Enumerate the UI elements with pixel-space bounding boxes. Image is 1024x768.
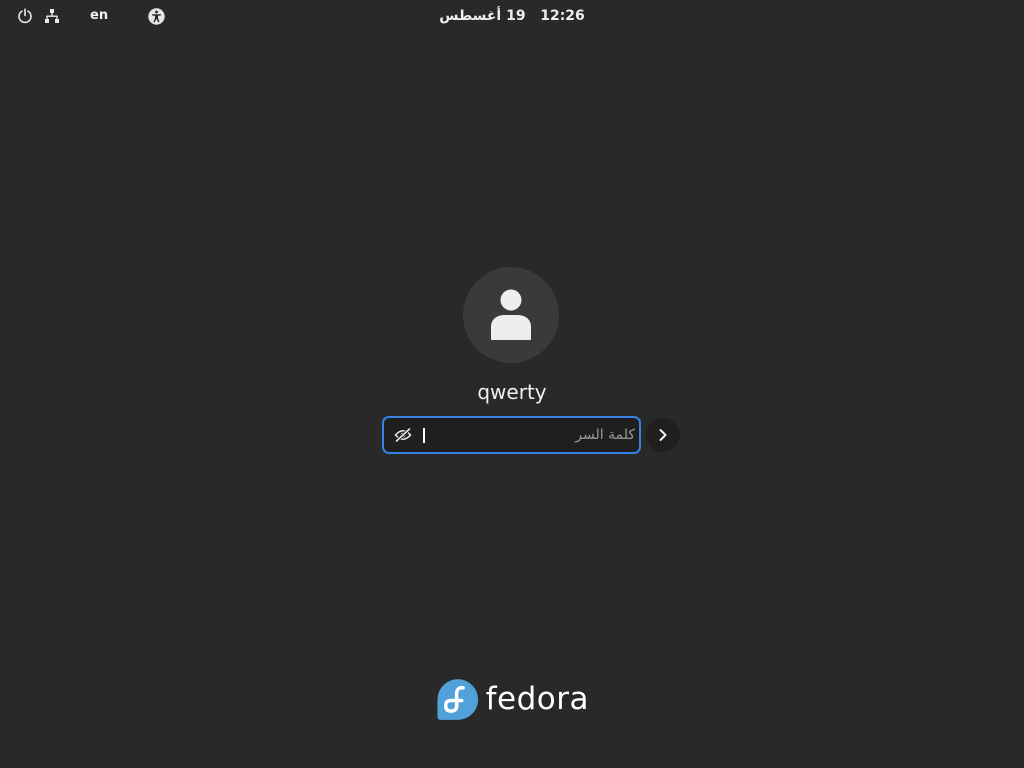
fedora-logo-text: fedora (485, 681, 589, 717)
eye-hidden-icon[interactable] (394, 427, 412, 443)
password-input[interactable] (430, 418, 635, 452)
fedora-logo: fedora (437, 677, 589, 721)
top-bar: en 19 أغسطس 12:26 (0, 0, 1024, 32)
accessibility-icon[interactable] (147, 7, 165, 25)
password-field[interactable] (382, 416, 641, 454)
user-avatar-icon (491, 289, 531, 340)
clock[interactable]: 19 أغسطس 12:26 (412, 6, 612, 26)
username-label: qwerty (477, 380, 547, 404)
fedora-logo-icon (437, 678, 479, 720)
network-wired-icon[interactable] (43, 7, 61, 25)
login-screen: en 19 أغسطس 12:26 qwerty fedora (0, 0, 1024, 768)
submit-button[interactable] (646, 418, 680, 452)
power-icon[interactable] (16, 7, 34, 25)
user-avatar (463, 267, 559, 363)
clock-time: 12:26 (540, 8, 585, 24)
keyboard-layout-indicator[interactable]: en (90, 7, 108, 25)
text-caret (423, 428, 425, 443)
clock-date: 19 أغسطس (439, 8, 526, 24)
chevron-right-icon (659, 429, 667, 441)
